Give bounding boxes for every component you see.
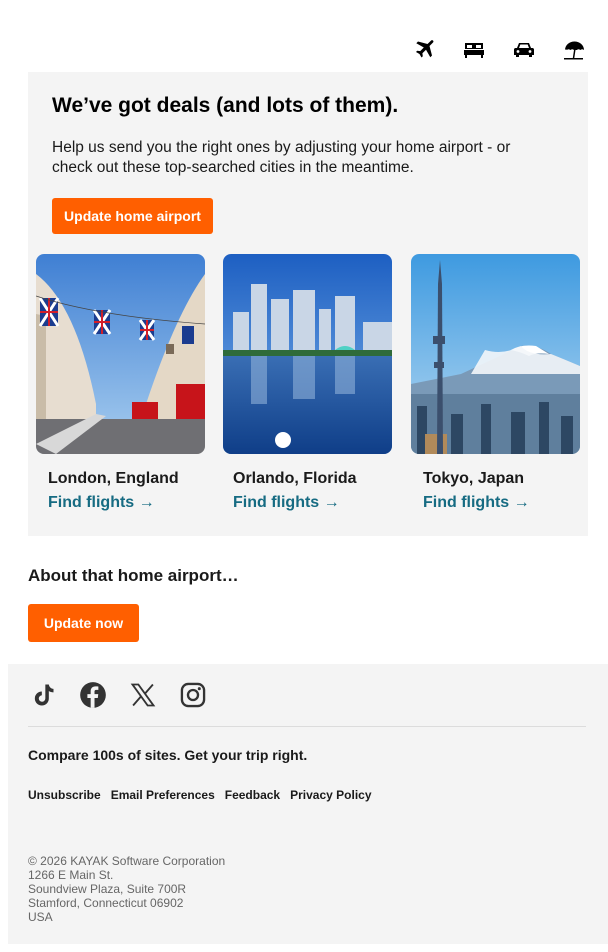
beach-umbrella-icon[interactable] (558, 36, 590, 64)
privacy-policy-link[interactable]: Privacy Policy (290, 788, 371, 802)
feedback-link[interactable]: Feedback (225, 788, 280, 802)
address-line: USA (28, 910, 53, 924)
city-card-orlando[interactable]: Orlando, Florida Find flights → (223, 254, 392, 511)
hero-title: We’ve got deals (and lots of them). (52, 94, 399, 117)
car-icon[interactable] (508, 36, 540, 64)
about-heading: About that home airport… (28, 566, 239, 585)
unsubscribe-link[interactable]: Unsubscribe (28, 788, 101, 802)
footer-tagline: Compare 100s of sites. Get your trip rig… (28, 747, 308, 763)
update-home-airport-button[interactable]: Update home airport (52, 198, 213, 234)
company-address: © 2026 KAYAK Software Corporation 1266 E… (28, 854, 225, 924)
update-now-button[interactable]: Update now (28, 604, 139, 642)
find-flights-link[interactable]: Find flights → (423, 494, 530, 512)
city-card-tokyo[interactable]: Tokyo, Japan Find flights → (411, 254, 580, 511)
hero-body: Help us send you the right ones by adjus… (52, 139, 511, 176)
address-line: 1266 E Main St. (28, 868, 114, 882)
footer-links: Unsubscribe Email Preferences Feedback P… (28, 788, 372, 802)
city-name: Tokyo, Japan (423, 470, 525, 487)
orlando-photo[interactable] (223, 254, 392, 454)
footer-divider (28, 726, 586, 727)
copyright-line: © 2026 KAYAK Software Corporation (28, 854, 226, 868)
email-preferences-link[interactable]: Email Preferences (111, 788, 215, 802)
instagram-icon[interactable] (178, 680, 208, 710)
deals-panel: We’ve got deals (and lots of them). Help… (28, 72, 588, 536)
social-links (28, 680, 208, 710)
footer: Compare 100s of sites. Get your trip rig… (8, 664, 608, 944)
london-photo[interactable] (36, 254, 205, 454)
find-flights-link[interactable]: Find flights → (48, 494, 155, 512)
city-name: London, England (48, 470, 179, 487)
x-icon[interactable] (128, 680, 158, 710)
tokyo-photo[interactable] (411, 254, 580, 454)
bed-icon[interactable] (458, 36, 490, 64)
city-card-london[interactable]: London, England Find flights → (36, 254, 205, 511)
top-nav (408, 36, 590, 64)
address-line: Soundview Plaza, Suite 700R (28, 882, 187, 896)
city-name: Orlando, Florida (233, 470, 357, 487)
tiktok-icon[interactable] (28, 680, 58, 710)
facebook-icon[interactable] (78, 680, 108, 710)
find-flights-link[interactable]: Find flights → (233, 494, 340, 512)
plane-icon[interactable] (408, 36, 440, 64)
address-line: Stamford, Connecticut 06902 (28, 896, 184, 910)
